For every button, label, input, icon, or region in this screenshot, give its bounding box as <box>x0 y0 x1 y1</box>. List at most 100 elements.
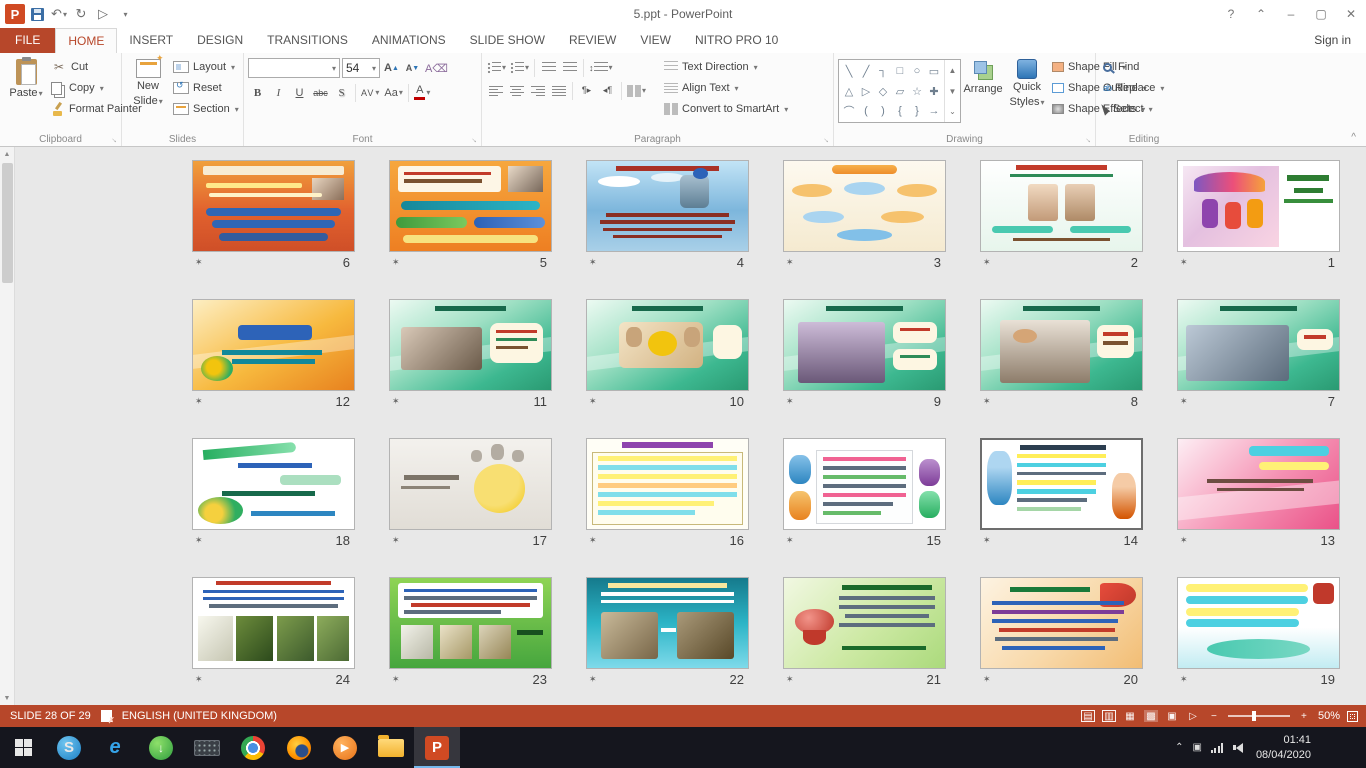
tab-view[interactable]: VIEW <box>628 28 683 53</box>
shape-icon[interactable]: ✚ <box>926 83 942 100</box>
shape-icon[interactable]: { <box>892 103 908 120</box>
shape-icon[interactable]: ( <box>858 103 874 120</box>
align-center-button[interactable] <box>507 81 526 100</box>
undo-button[interactable]: ↶▾ <box>49 4 69 24</box>
scroll-up-icon[interactable]: ▲ <box>4 147 11 161</box>
quick-styles-button[interactable]: Quick Styles▾ <box>1005 56 1049 111</box>
align-text-button[interactable]: Align Text▾ <box>661 78 791 98</box>
slide-thumbnail[interactable] <box>192 438 355 530</box>
start-button[interactable] <box>0 727 46 768</box>
italic-button[interactable]: I <box>269 83 288 102</box>
tab-animations[interactable]: ANIMATIONS <box>360 28 458 53</box>
slide-thumbnail[interactable] <box>389 577 552 669</box>
character-spacing-button[interactable]: AV▾ <box>360 83 381 102</box>
slide-thumbnail[interactable] <box>1177 438 1340 530</box>
customize-quick-access-button[interactable]: ▾ <box>115 4 135 24</box>
slide-sorter-view-button[interactable]: ▩ <box>1144 710 1158 722</box>
collapse-ribbon-button[interactable]: ^ <box>1351 132 1356 143</box>
left-to-right-button[interactable]: ¶▸ <box>577 81 596 100</box>
font-color-button[interactable]: A▾ <box>413 83 432 102</box>
shrink-font-button[interactable]: A▼ <box>403 59 422 78</box>
tab-slide-show[interactable]: SLIDE SHOW <box>458 28 557 53</box>
tab-design[interactable]: DESIGN <box>185 28 255 53</box>
select-button[interactable]: Select▾ <box>1100 99 1167 119</box>
bold-button[interactable]: B <box>248 83 267 102</box>
notes-button[interactable]: ▤ <box>1081 710 1095 722</box>
reading-view-button[interactable]: ▣ <box>1165 710 1179 722</box>
scrollbar-thumb[interactable] <box>2 163 13 283</box>
underline-button[interactable]: U <box>290 83 309 102</box>
bullets-button[interactable]: ▾ <box>486 58 507 77</box>
shape-icon[interactable]: → <box>926 103 942 120</box>
language-indicator[interactable]: ENGLISH (UNITED KINGDOM) <box>122 710 277 722</box>
slide-thumbnail[interactable] <box>389 299 552 391</box>
slide-thumbnail[interactable] <box>192 160 355 252</box>
tab-home[interactable]: HOME <box>55 28 117 53</box>
slide-thumbnail[interactable] <box>980 160 1143 252</box>
font-size-combo[interactable]: 54▾ <box>342 58 380 78</box>
close-button[interactable]: ✕ <box>1336 0 1366 28</box>
shape-icon[interactable]: ▱ <box>892 83 908 100</box>
slide-thumbnail[interactable] <box>783 299 946 391</box>
find-button[interactable]: Find <box>1100 57 1167 77</box>
tab-nitro-pro[interactable]: NITRO PRO 10 <box>683 28 790 53</box>
align-right-button[interactable] <box>528 81 547 100</box>
tray-app-icon[interactable]: ▣ <box>1192 742 1201 753</box>
vertical-scrollbar[interactable]: ▲ ▼ <box>0 147 15 705</box>
slide-thumbnail[interactable] <box>980 299 1143 391</box>
tab-insert[interactable]: INSERT <box>117 28 185 53</box>
change-case-button[interactable]: Aa▾ <box>383 83 403 102</box>
slide-thumbnail[interactable] <box>1177 299 1340 391</box>
slide-thumbnail[interactable] <box>389 438 552 530</box>
line-spacing-button[interactable]: ↕▾ <box>588 58 614 77</box>
scroll-down-icon[interactable]: ▼ <box>4 691 11 705</box>
save-button[interactable] <box>27 4 47 24</box>
grow-font-button[interactable]: A▲ <box>382 59 401 78</box>
clear-formatting-button[interactable]: A⌫ <box>424 59 449 78</box>
powerpoint-app-icon[interactable]: P <box>5 4 25 24</box>
slide-thumbnail[interactable] <box>192 299 355 391</box>
paste-button[interactable]: Paste▾ <box>4 56 48 103</box>
shape-icon[interactable]: ) <box>875 103 891 120</box>
tab-review[interactable]: REVIEW <box>557 28 628 53</box>
tab-file[interactable]: FILE <box>0 28 55 53</box>
strikethrough-button[interactable]: abc <box>311 83 330 102</box>
taskbar-media-player[interactable]: ▶ <box>322 727 368 768</box>
shape-icon[interactable]: ○ <box>909 63 925 80</box>
help-button[interactable]: ? <box>1216 0 1246 28</box>
columns-button[interactable]: ▾ <box>626 81 647 100</box>
reset-button[interactable]: Reset <box>170 78 242 98</box>
arrange-button[interactable]: Arrange <box>961 56 1005 99</box>
decrease-indent-button[interactable] <box>539 58 558 77</box>
normal-view-button[interactable]: ▦ <box>1123 710 1137 722</box>
justify-button[interactable] <box>549 81 568 100</box>
numbering-button[interactable]: ▾ <box>509 58 530 77</box>
spell-check-icon[interactable] <box>101 710 112 722</box>
taskbar-chrome[interactable] <box>230 727 276 768</box>
convert-to-smartart-button[interactable]: Convert to SmartArt▾ <box>661 99 791 119</box>
taskbar-download-manager[interactable]: ↓ <box>138 727 184 768</box>
slide-thumbnail[interactable] <box>1177 160 1340 252</box>
zoom-out-button[interactable]: − <box>1207 710 1221 722</box>
taskbar-firefox[interactable] <box>276 727 322 768</box>
taskbar-messenger[interactable]: S <box>46 727 92 768</box>
shape-icon[interactable]: □ <box>892 63 908 80</box>
slide-thumbnail[interactable] <box>783 577 946 669</box>
shape-icon[interactable]: ⌒ <box>841 103 857 120</box>
shape-icon[interactable]: ╱ <box>858 63 874 80</box>
shape-icon[interactable]: ☆ <box>909 83 925 100</box>
fit-slide-to-window-button[interactable] <box>1347 711 1358 722</box>
zoom-level[interactable]: 50% <box>1318 710 1340 722</box>
shape-icon[interactable]: △ <box>841 83 857 100</box>
shape-icon[interactable]: ▭ <box>926 63 942 80</box>
slide-thumbnail[interactable] <box>783 438 946 530</box>
volume-icon[interactable] <box>1233 743 1243 753</box>
shape-icon[interactable]: ┐ <box>875 63 891 80</box>
right-to-left-button[interactable]: ◂¶ <box>598 81 617 100</box>
tab-transitions[interactable]: TRANSITIONS <box>255 28 360 53</box>
shape-icon[interactable]: } <box>909 103 925 120</box>
font-name-combo[interactable]: ▾ <box>248 58 340 78</box>
slide-thumbnail[interactable] <box>389 160 552 252</box>
layout-button[interactable]: Layout▾ <box>170 57 242 77</box>
comments-button[interactable]: ▥ <box>1102 710 1116 722</box>
